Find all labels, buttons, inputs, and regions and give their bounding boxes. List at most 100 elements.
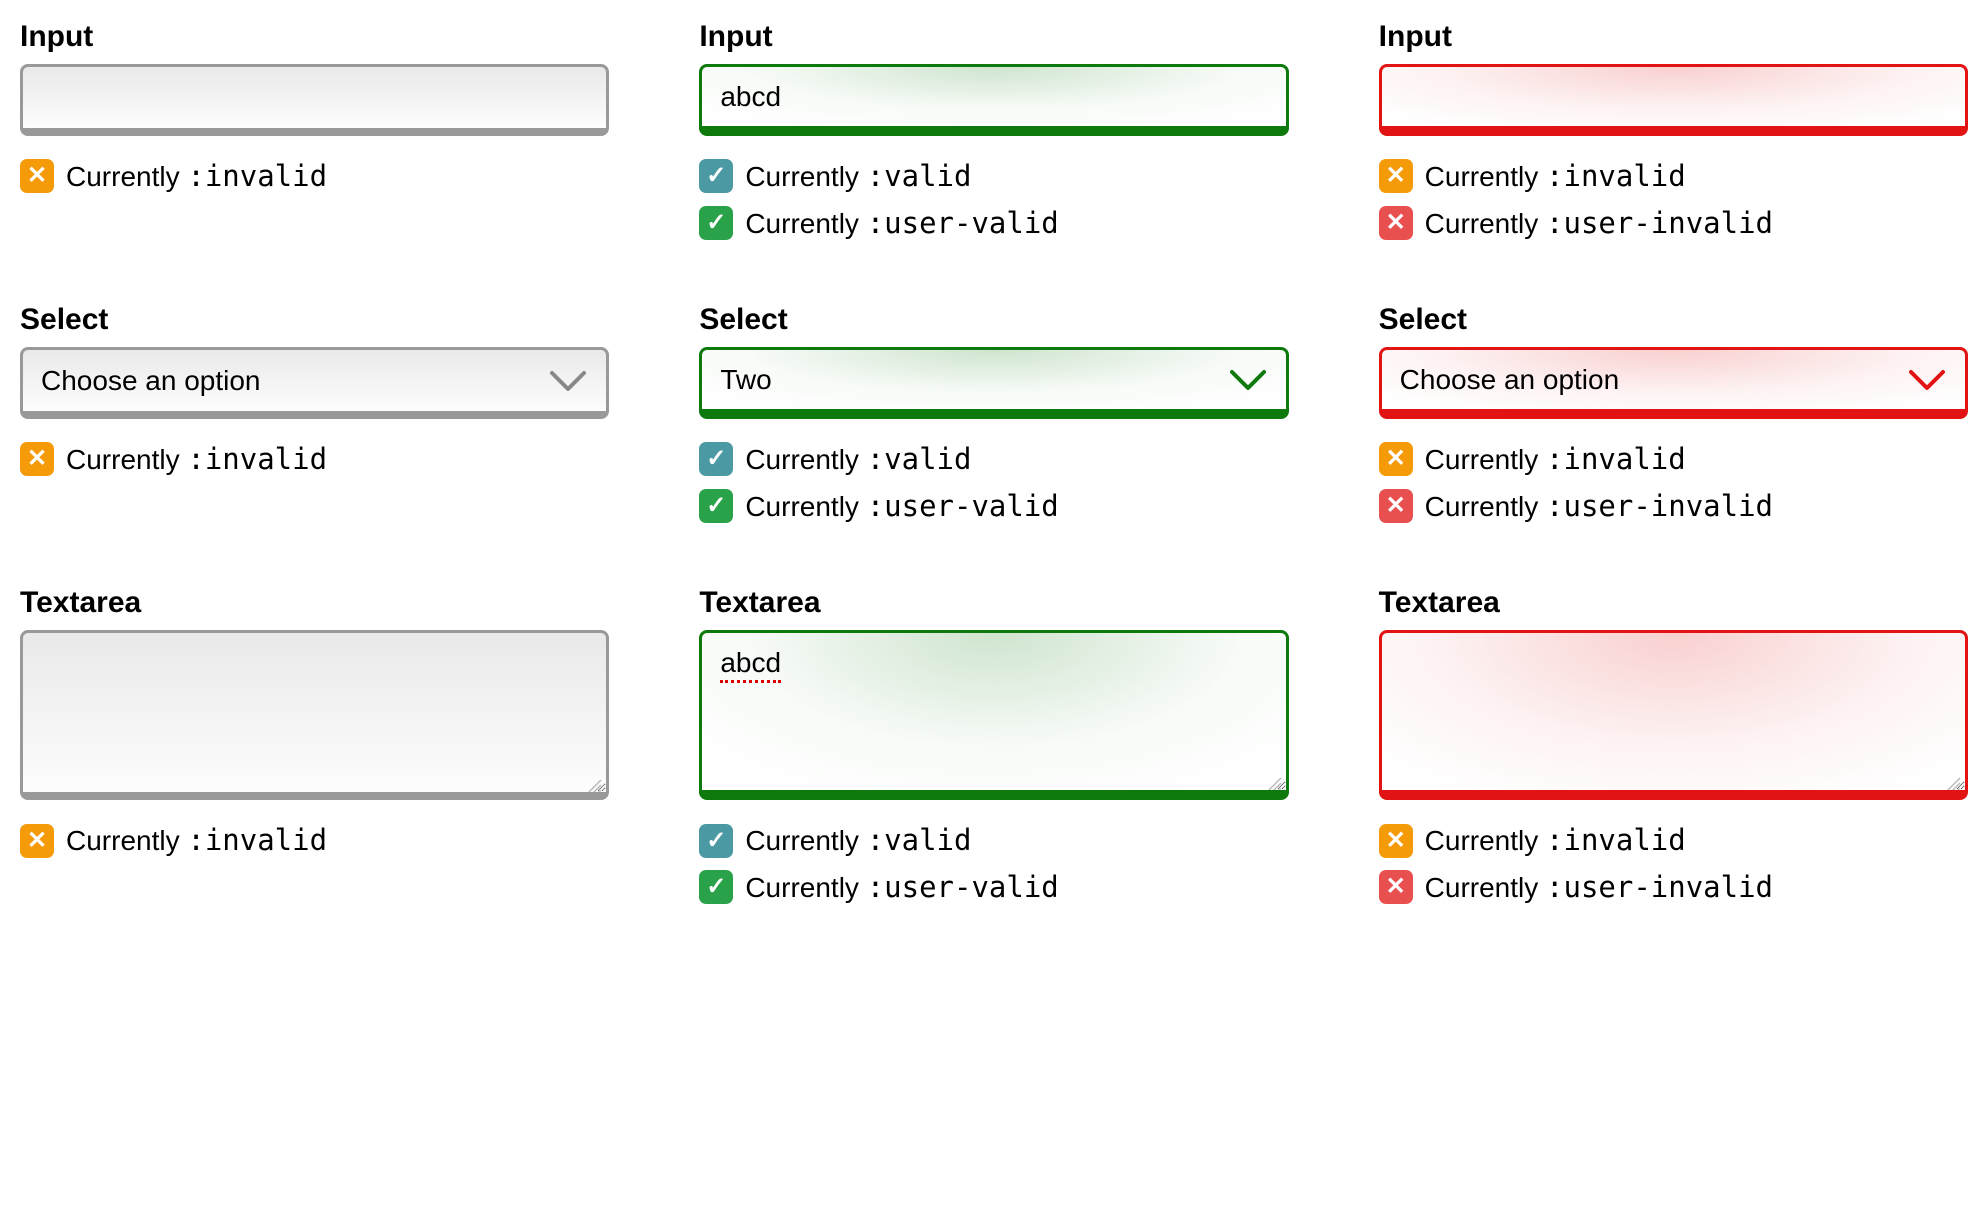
status-prefix: Currently bbox=[1425, 872, 1546, 903]
red_x-icon: ✕ bbox=[1379, 870, 1413, 904]
orange_x-icon: ✕ bbox=[20, 824, 54, 858]
textarea-label: Textarea bbox=[1379, 586, 1968, 620]
status-line: ✕ Currently :invalid bbox=[1379, 156, 1968, 197]
status-list: ✓ Currently :valid ✓ Currently :user-val… bbox=[699, 814, 1288, 907]
teal_check-icon: ✓ bbox=[699, 442, 733, 476]
green_check-icon: ✓ bbox=[699, 870, 733, 904]
status-text: Currently :user-valid bbox=[745, 486, 1058, 527]
status-prefix: Currently bbox=[745, 208, 866, 239]
status-line: ✓ Currently :user-valid bbox=[699, 867, 1288, 908]
status-line: ✓ Currently :user-valid bbox=[699, 203, 1288, 244]
orange_x-icon: ✕ bbox=[20, 442, 54, 476]
select-value: Choose an option bbox=[41, 365, 261, 397]
status-list: ✕ Currently :invalid ✕ Currently :user-i… bbox=[1379, 433, 1968, 526]
select-value: Choose an option bbox=[1400, 364, 1620, 396]
status-text: Currently :user-invalid bbox=[1425, 486, 1773, 527]
textarea-label: Textarea bbox=[699, 586, 1288, 620]
status-pseudo: :invalid bbox=[1546, 823, 1686, 857]
status-line: ✓ Currently :user-valid bbox=[699, 486, 1288, 527]
status-list: ✕ Currently :invalid ✕ Currently :user-i… bbox=[1379, 814, 1968, 907]
orange_x-icon: ✕ bbox=[20, 159, 54, 193]
status-text: Currently :user-valid bbox=[745, 203, 1058, 244]
status-text: Currently :invalid bbox=[66, 820, 327, 861]
red_x-icon: ✕ bbox=[1379, 206, 1413, 240]
status-pseudo: :invalid bbox=[187, 159, 327, 193]
resize-grip-icon bbox=[1943, 768, 1961, 786]
status-prefix: Currently bbox=[66, 825, 187, 856]
status-text: Currently :valid bbox=[745, 156, 971, 197]
orange_x-icon: ✕ bbox=[1379, 159, 1413, 193]
select-dropdown[interactable]: Choose an option bbox=[20, 347, 609, 419]
status-pseudo: :invalid bbox=[1546, 442, 1686, 476]
textarea-cell-valid: Textarea abcd ✓ Currently :valid ✓ Curre… bbox=[699, 586, 1288, 907]
select-dropdown[interactable]: Choose an option bbox=[1379, 347, 1968, 419]
status-text: Currently :invalid bbox=[1425, 820, 1686, 861]
status-list: ✓ Currently :valid ✓ Currently :user-val… bbox=[699, 150, 1288, 243]
green_check-icon: ✓ bbox=[699, 489, 733, 523]
status-text: Currently :invalid bbox=[1425, 439, 1686, 480]
input-label: Input bbox=[20, 20, 609, 54]
status-pseudo: :valid bbox=[867, 442, 972, 476]
text-input[interactable] bbox=[1379, 64, 1968, 136]
status-prefix: Currently bbox=[1425, 208, 1546, 239]
status-text: Currently :invalid bbox=[66, 439, 327, 480]
resize-grip-icon bbox=[584, 770, 602, 788]
status-line: ✕ Currently :user-invalid bbox=[1379, 203, 1968, 244]
select-cell-neutral: Select Choose an option ✕ Currently :inv… bbox=[20, 303, 609, 526]
status-list: ✓ Currently :valid ✓ Currently :user-val… bbox=[699, 433, 1288, 526]
status-pseudo: :user-valid bbox=[867, 489, 1059, 523]
status-pseudo: :invalid bbox=[187, 442, 327, 476]
demo-grid: Input ✕ Currently :invalid Input abcd bbox=[20, 20, 1968, 908]
status-pseudo: :user-valid bbox=[867, 870, 1059, 904]
status-line: ✕ Currently :invalid bbox=[20, 439, 609, 480]
status-prefix: Currently bbox=[66, 444, 187, 475]
textarea-cell-invalid: Textarea ✕ Currently :invalid ✕ Currentl… bbox=[1379, 586, 1968, 907]
input-cell-invalid: Input ✕ Currently :invalid ✕ Currently :… bbox=[1379, 20, 1968, 243]
status-line: ✕ Currently :user-invalid bbox=[1379, 867, 1968, 908]
status-pseudo: :invalid bbox=[187, 823, 327, 857]
status-pseudo: :invalid bbox=[1546, 159, 1686, 193]
status-line: ✕ Currently :invalid bbox=[1379, 820, 1968, 861]
textarea-input[interactable] bbox=[20, 630, 609, 800]
select-label: Select bbox=[1379, 303, 1968, 337]
input-label: Input bbox=[1379, 20, 1968, 54]
status-text: Currently :invalid bbox=[66, 156, 327, 197]
status-prefix: Currently bbox=[1425, 825, 1546, 856]
status-line: ✕ Currently :invalid bbox=[20, 156, 609, 197]
textarea-label: Textarea bbox=[20, 586, 609, 620]
select-label: Select bbox=[699, 303, 1288, 337]
status-prefix: Currently bbox=[745, 161, 866, 192]
status-line: ✕ Currently :user-invalid bbox=[1379, 486, 1968, 527]
status-prefix: Currently bbox=[1425, 444, 1546, 475]
status-pseudo: :user-invalid bbox=[1546, 489, 1773, 523]
status-text: Currently :user-valid bbox=[745, 867, 1058, 908]
status-list: ✕ Currently :invalid bbox=[20, 433, 609, 480]
select-dropdown[interactable]: Two bbox=[699, 347, 1288, 419]
input-cell-neutral: Input ✕ Currently :invalid bbox=[20, 20, 609, 243]
status-pseudo: :user-valid bbox=[867, 206, 1059, 240]
status-prefix: Currently bbox=[745, 444, 866, 475]
status-list: ✕ Currently :invalid ✕ Currently :user-i… bbox=[1379, 150, 1968, 243]
textarea-value: abcd bbox=[720, 647, 781, 683]
chevron-down-icon bbox=[548, 369, 588, 393]
select-cell-valid: Select Two ✓ Currently :valid ✓ Currentl… bbox=[699, 303, 1288, 526]
status-prefix: Currently bbox=[1425, 491, 1546, 522]
textarea-input[interactable] bbox=[1379, 630, 1968, 800]
status-text: Currently :valid bbox=[745, 820, 971, 861]
select-value: Two bbox=[720, 364, 771, 396]
status-text: Currently :user-invalid bbox=[1425, 203, 1773, 244]
chevron-down-icon bbox=[1228, 368, 1268, 392]
teal_check-icon: ✓ bbox=[699, 159, 733, 193]
status-list: ✕ Currently :invalid bbox=[20, 814, 609, 861]
red_x-icon: ✕ bbox=[1379, 489, 1413, 523]
green_check-icon: ✓ bbox=[699, 206, 733, 240]
status-text: Currently :invalid bbox=[1425, 156, 1686, 197]
status-pseudo: :valid bbox=[867, 823, 972, 857]
status-line: ✓ Currently :valid bbox=[699, 156, 1288, 197]
textarea-input[interactable]: abcd bbox=[699, 630, 1288, 800]
teal_check-icon: ✓ bbox=[699, 824, 733, 858]
text-input[interactable]: abcd bbox=[699, 64, 1288, 136]
status-line: ✕ Currently :invalid bbox=[1379, 439, 1968, 480]
text-input[interactable] bbox=[20, 64, 609, 136]
status-prefix: Currently bbox=[745, 825, 866, 856]
